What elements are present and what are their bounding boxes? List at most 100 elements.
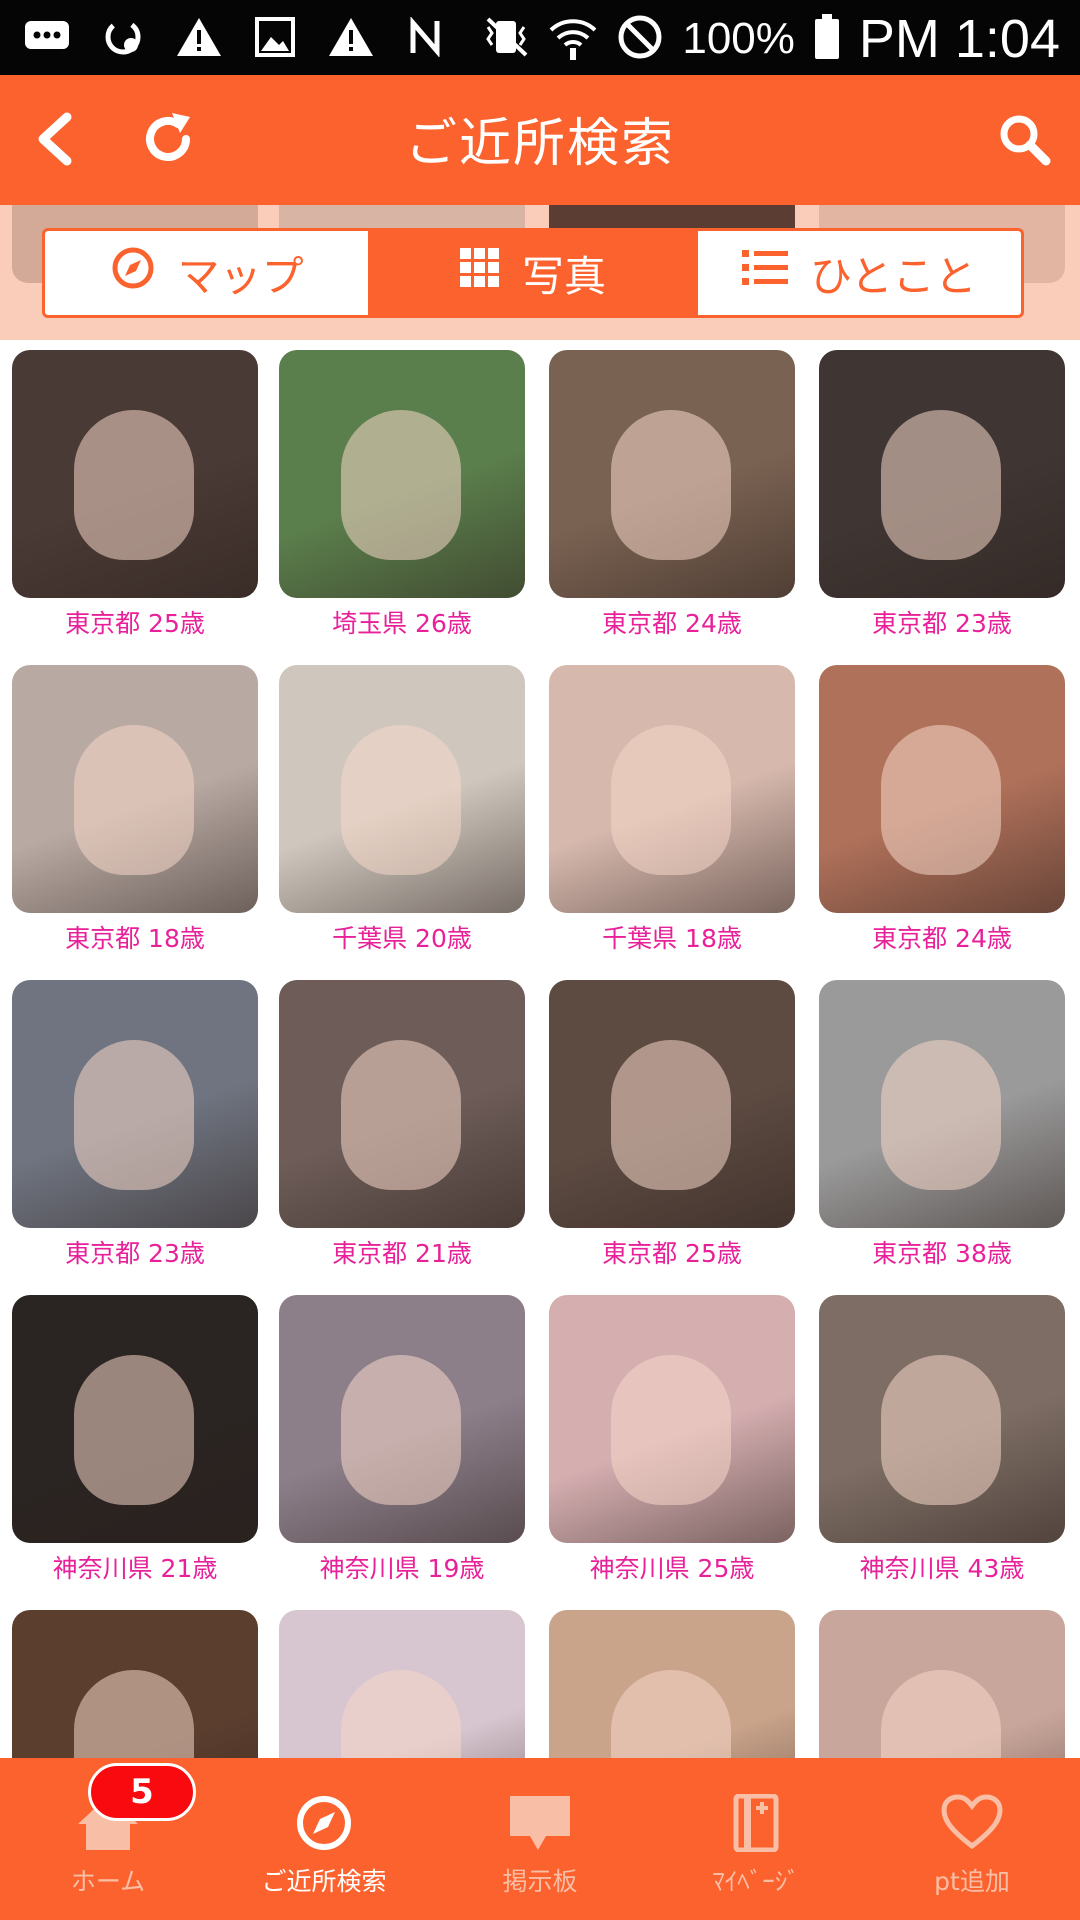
nav-home-label: ホーム — [70, 1867, 146, 1896]
photo-subject — [611, 1040, 731, 1190]
profile-card[interactable]: 東京都 24歳 — [549, 350, 795, 640]
compass-icon — [110, 245, 156, 301]
photo-subject — [611, 1355, 731, 1505]
profile-caption: 神奈川県 21歳 — [52, 1554, 218, 1583]
image-icon — [250, 14, 300, 60]
profile-photo — [12, 665, 258, 913]
profile-caption: 東京都 23歳 — [872, 609, 1012, 638]
photo-subject — [881, 1040, 1001, 1190]
profile-caption: 東京都 25歳 — [65, 609, 205, 638]
photo-subject — [341, 725, 461, 875]
photo-subject — [341, 1670, 461, 1758]
profile-card[interactable]: 神奈川県 43歳 — [819, 1295, 1065, 1585]
battery-icon — [813, 14, 841, 64]
nfc-icon — [402, 14, 452, 60]
app-header: ご近所検索 — [0, 75, 1080, 205]
profile-caption: 東京都 24歳 — [872, 924, 1012, 953]
profile-photo — [819, 980, 1065, 1228]
tab-map-label: マップ — [177, 251, 304, 301]
profile-card[interactable]: 埼玉県 26歳 — [279, 350, 525, 640]
profile-photo — [279, 980, 525, 1228]
tab-photos[interactable]: 写真 — [368, 231, 695, 315]
profile-photo — [279, 350, 525, 598]
nav-add-points[interactable]: pt追加 — [864, 1758, 1080, 1920]
nav-my-page[interactable]: ﾏｲﾍﾞｰｼﾞ — [648, 1758, 864, 1920]
profile-caption: 神奈川県 25歳 — [589, 1554, 755, 1583]
nav-add-points-label: pt追加 — [934, 1867, 1010, 1896]
profile-card[interactable]: 東京都 25歳 — [549, 980, 795, 1270]
bottom-navigation: ホーム 5 ご近所検索 掲示板 ﾏｲﾍﾞｰｼﾞ pt追加 — [0, 1758, 1080, 1920]
profile-card[interactable]: 神奈川県 19歳 — [279, 1295, 525, 1585]
profile-caption: 東京都 24歳 — [602, 609, 742, 638]
clock: PM 1:04 — [858, 9, 1060, 69]
list-icon — [741, 248, 788, 298]
profile-photo — [12, 1610, 258, 1758]
photo-subject — [611, 410, 731, 560]
photo-subject — [74, 1040, 194, 1190]
warning-icon — [174, 14, 224, 60]
message-icon — [22, 14, 72, 60]
status-bar: 100% PM 1:04 — [0, 0, 1080, 75]
system-icons: 100% PM 1:04 — [482, 8, 1060, 70]
photo-subject — [341, 1355, 461, 1505]
profile-photo — [12, 350, 258, 598]
sync-icon — [98, 14, 148, 60]
nav-my-page-label: ﾏｲﾍﾞｰｼﾞ — [712, 1867, 800, 1896]
profile-caption: 千葉県 20歳 — [332, 924, 472, 953]
book-icon — [724, 1793, 788, 1856]
photo-subject — [341, 1040, 461, 1190]
profile-card[interactable] — [12, 1610, 258, 1758]
view-tabs: マップ 写真 ひとこと — [42, 228, 1024, 318]
profile-photo — [819, 350, 1065, 598]
nav-nearby-search[interactable]: ご近所検索 — [216, 1758, 432, 1920]
profile-photo — [279, 1295, 525, 1543]
nav-nearby-search-label: ご近所検索 — [261, 1867, 387, 1896]
profile-photo — [12, 1295, 258, 1543]
profile-card[interactable] — [549, 1610, 795, 1758]
photo-subject — [611, 1670, 731, 1758]
profile-caption: 神奈川県 43歳 — [859, 1554, 1025, 1583]
photo-subject — [341, 410, 461, 560]
vibrate-icon — [482, 15, 530, 63]
tab-comments[interactable]: ひとこと — [694, 231, 1021, 315]
profile-card[interactable]: 千葉県 20歳 — [279, 665, 525, 955]
profile-card[interactable] — [819, 1610, 1065, 1758]
nav-bulletin-board[interactable]: 掲示板 — [432, 1758, 648, 1920]
compass-icon — [292, 1794, 356, 1856]
photo-subject — [881, 725, 1001, 875]
profile-photo — [549, 350, 795, 598]
notification-icons — [22, 14, 452, 60]
search-button[interactable] — [982, 99, 1066, 183]
profile-photo — [12, 980, 258, 1228]
profile-photo — [549, 1295, 795, 1543]
profile-caption: 東京都 25歳 — [602, 1239, 742, 1268]
profile-card[interactable]: 東京都 23歳 — [819, 350, 1065, 640]
profile-photo — [819, 1295, 1065, 1543]
profile-card[interactable] — [279, 1610, 525, 1758]
profile-card[interactable]: 東京都 38歳 — [819, 980, 1065, 1270]
profile-card[interactable]: 東京都 18歳 — [12, 665, 258, 955]
profile-caption: 東京都 18歳 — [65, 924, 205, 953]
profile-caption: 東京都 23歳 — [65, 1239, 205, 1268]
nav-home[interactable]: ホーム 5 — [0, 1758, 216, 1920]
tab-comments-label: ひとこと — [809, 251, 977, 301]
wifi-icon — [548, 12, 598, 66]
profile-photo — [279, 1610, 525, 1758]
profile-card[interactable]: 東京都 24歳 — [819, 665, 1065, 955]
profile-card[interactable]: 東京都 21歳 — [279, 980, 525, 1270]
profile-card[interactable]: 神奈川県 21歳 — [12, 1295, 258, 1585]
tab-map[interactable]: マップ — [45, 231, 368, 315]
battery-percent: 100% — [682, 14, 795, 63]
photo-subject — [881, 1355, 1001, 1505]
page-title: ご近所検索 — [404, 114, 675, 174]
photo-subject — [74, 410, 194, 560]
profile-card[interactable]: 東京都 23歳 — [12, 980, 258, 1270]
heart-icon — [940, 1794, 1004, 1856]
profile-caption: 千葉県 18歳 — [602, 924, 742, 953]
chat-bubble-icon — [508, 1794, 572, 1856]
profile-card[interactable]: 東京都 25歳 — [12, 350, 258, 640]
profile-card[interactable]: 千葉県 18歳 — [549, 665, 795, 955]
nav-bulletin-board-label: 掲示板 — [502, 1867, 578, 1896]
profile-card[interactable]: 神奈川県 25歳 — [549, 1295, 795, 1585]
profile-caption: 埼玉県 26歳 — [332, 609, 472, 638]
